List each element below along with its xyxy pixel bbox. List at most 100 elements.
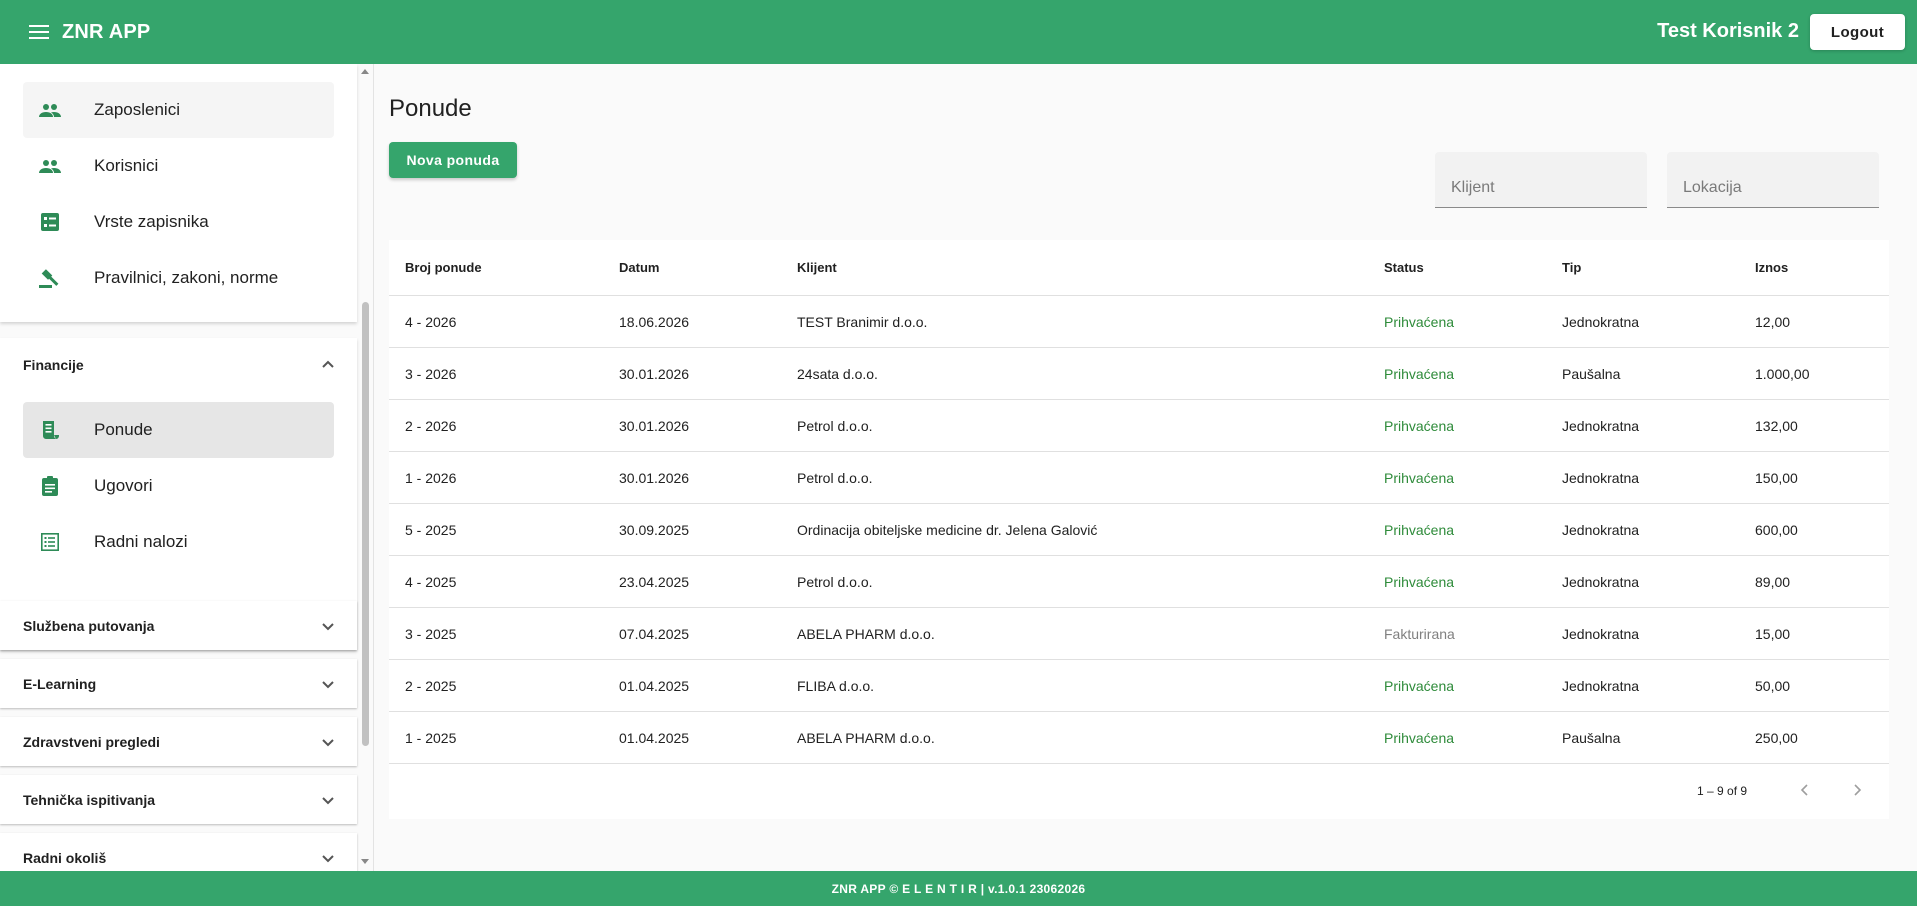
section-header[interactable]: Službena putovanja <box>0 601 357 650</box>
admin-panel: Zaposlenici Korisnici Vrste zapisnika Pr… <box>0 64 357 322</box>
cell-klijent: 24sata d.o.o. <box>797 365 878 382</box>
table-row[interactable]: 4 - 2025 23.04.2025 Petrol d.o.o. Prihva… <box>389 556 1889 608</box>
menu-icon[interactable] <box>19 12 59 52</box>
cell-iznos: 89,00 <box>1755 573 1791 590</box>
client-filter[interactable] <box>1435 152 1647 208</box>
cell-klijent: Petrol d.o.o. <box>797 417 873 434</box>
scroll-up-icon[interactable] <box>360 67 370 77</box>
sidebar-item-label: Zaposlenici <box>94 100 180 119</box>
cell-datum: 30.01.2026 <box>619 417 690 434</box>
cell-datum: 23.04.2025 <box>619 573 690 590</box>
cell-broj: 2 - 2026 <box>405 417 457 434</box>
sidebar: Zaposlenici Korisnici Vrste zapisnika Pr… <box>0 64 374 871</box>
cell-tip: Jednokratna <box>1562 417 1640 434</box>
table-row[interactable]: 4 - 2026 18.06.2026 TEST Branimir d.o.o.… <box>389 296 1889 348</box>
column-header[interactable]: Broj ponude <box>405 260 482 275</box>
sidebar-item-radni-nalozi[interactable]: Radni nalozi <box>23 514 334 570</box>
cell-iznos: 250,00 <box>1755 729 1798 746</box>
sidebar-item-label: Vrste zapisnika <box>94 212 209 231</box>
location-filter[interactable] <box>1667 152 1879 208</box>
table-row[interactable]: 2 - 2025 01.04.2025 FLIBA d.o.o. Prihvać… <box>389 660 1889 712</box>
section-label: E-Learning <box>23 675 97 692</box>
people-icon <box>38 154 62 178</box>
cell-klijent: ABELA PHARM d.o.o. <box>797 625 935 642</box>
column-header[interactable]: Status <box>1384 260 1424 275</box>
cell-iznos: 15,00 <box>1755 625 1791 642</box>
chevron-down-icon <box>322 680 334 688</box>
table-row[interactable]: 2 - 2026 30.01.2026 Petrol d.o.o. Prihva… <box>389 400 1889 452</box>
section-tehnicka-ispitivanja[interactable]: Tehnička ispitivanja <box>0 775 357 824</box>
cell-broj: 3 - 2025 <box>405 625 457 642</box>
table-row[interactable]: 1 - 2025 01.04.2025 ABELA PHARM d.o.o. P… <box>389 712 1889 764</box>
column-header[interactable]: Klijent <box>797 260 837 275</box>
cell-broj: 2 - 2025 <box>405 677 457 694</box>
section-e-learning[interactable]: E-Learning <box>0 659 357 708</box>
sidebar-item-korisnici[interactable]: Korisnici <box>23 138 334 194</box>
cell-klijent: Petrol d.o.o. <box>797 573 873 590</box>
section-zdravstveni-pregledi[interactable]: Zdravstveni pregledi <box>0 717 357 766</box>
table-row[interactable]: 3 - 2025 07.04.2025 ABELA PHARM d.o.o. F… <box>389 608 1889 660</box>
section-header[interactable]: Zdravstveni pregledi <box>0 717 357 766</box>
cell-status: Fakturirana <box>1384 625 1455 642</box>
new-offer-button[interactable]: Nova ponuda <box>389 142 517 178</box>
chevron-down-icon <box>322 854 334 862</box>
logout-button[interactable]: Logout <box>1810 14 1905 50</box>
sidebar-item-vrste-zapisnika[interactable]: Vrste zapisnika <box>23 194 334 250</box>
section-header[interactable]: E-Learning <box>0 659 357 708</box>
cell-broj: 5 - 2025 <box>405 521 457 538</box>
cell-status: Prihvaćena <box>1384 365 1455 382</box>
location-filter-input[interactable] <box>1667 152 1879 207</box>
finance-section-header[interactable]: Financije <box>0 338 357 392</box>
sidebar-item-ugovori[interactable]: Ugovori <box>23 458 334 514</box>
cell-klijent: Petrol d.o.o. <box>797 469 873 486</box>
list-icon <box>38 530 62 554</box>
cell-datum: 30.01.2026 <box>619 365 690 382</box>
prev-page-button[interactable] <box>1791 776 1819 804</box>
chevron-right-icon <box>1854 784 1862 796</box>
cell-iznos: 600,00 <box>1755 521 1798 538</box>
cell-broj: 3 - 2026 <box>405 365 457 382</box>
scroll-thumb[interactable] <box>362 302 369 746</box>
table-row[interactable]: 5 - 2025 30.09.2025 Ordinacija obiteljsk… <box>389 504 1889 556</box>
sidebar-scrollbar[interactable] <box>358 64 372 871</box>
column-header[interactable]: Datum <box>619 260 659 275</box>
table-header: Broj ponude Datum Klijent Status Tip Izn… <box>389 240 1889 296</box>
sidebar-item-ponude[interactable]: Ponude <box>23 402 334 458</box>
section-sluzbena-putovanja[interactable]: Službena putovanja <box>0 601 357 650</box>
cell-status: Prihvaćena <box>1384 417 1455 434</box>
sidebar-item-label: Ponude <box>94 420 153 439</box>
cell-broj: 4 - 2026 <box>405 313 457 330</box>
cell-tip: Jednokratna <box>1562 521 1640 538</box>
section-header[interactable]: Tehnička ispitivanja <box>0 775 357 824</box>
cell-status: Prihvaćena <box>1384 677 1455 694</box>
cell-datum: 30.01.2026 <box>619 469 690 486</box>
cell-tip: Jednokratna <box>1562 677 1640 694</box>
app-title: ZNR APP <box>62 20 151 43</box>
cell-datum: 07.04.2025 <box>619 625 690 642</box>
scroll-down-icon[interactable] <box>360 856 370 866</box>
column-header[interactable]: Iznos <box>1755 260 1788 275</box>
cell-tip: Jednokratna <box>1562 469 1640 486</box>
cell-iznos: 132,00 <box>1755 417 1798 434</box>
client-filter-input[interactable] <box>1435 152 1647 207</box>
cell-status: Prihvaćena <box>1384 469 1455 486</box>
cell-iznos: 150,00 <box>1755 469 1798 486</box>
cell-iznos: 12,00 <box>1755 313 1791 330</box>
cell-datum: 30.09.2025 <box>619 521 690 538</box>
app-footer: ZNR APP © E L E N T I R | v.1.0.1 230620… <box>0 871 1917 906</box>
next-page-button[interactable] <box>1843 776 1871 804</box>
table-row[interactable]: 1 - 2026 30.01.2026 Petrol d.o.o. Prihva… <box>389 452 1889 504</box>
sidebar-item-pravilnici[interactable]: Pravilnici, zakoni, norme <box>23 250 334 306</box>
section-header[interactable]: Radni okoliš <box>0 833 357 871</box>
section-label: Službena putovanja <box>23 617 155 634</box>
section-label: Radni okoliš <box>23 849 107 866</box>
sidebar-item-zaposlenici[interactable]: Zaposlenici <box>23 82 334 138</box>
list-alt-icon <box>38 210 62 234</box>
cell-tip: Paušalna <box>1562 729 1621 746</box>
section-radni-okolis[interactable]: Radni okoliš <box>0 833 357 871</box>
column-header[interactable]: Tip <box>1562 260 1581 275</box>
cell-status: Prihvaćena <box>1384 313 1455 330</box>
cell-broj: 1 - 2025 <box>405 729 457 746</box>
pagination-range: 1 – 9 of 9 <box>1697 784 1748 798</box>
table-row[interactable]: 3 - 2026 30.01.2026 24sata d.o.o. Prihva… <box>389 348 1889 400</box>
